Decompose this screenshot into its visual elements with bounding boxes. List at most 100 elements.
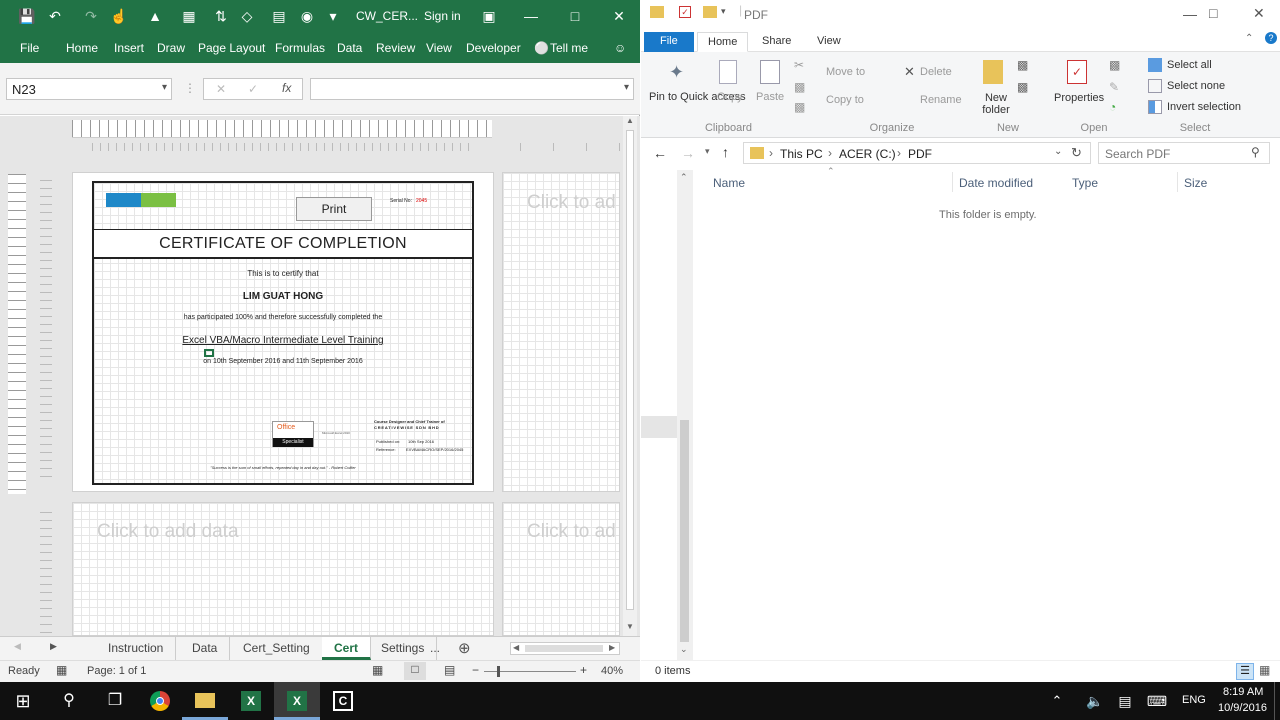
tab-draw[interactable]: Draw [157, 41, 185, 55]
tab-file[interactable]: File [644, 32, 694, 52]
next-sheet-icon[interactable]: ▶ [50, 641, 57, 652]
zoom-slider-thumb[interactable] [497, 666, 500, 677]
edit-icon[interactable]: ✎ [1109, 80, 1119, 94]
redo-icon[interactable]: ↷ [80, 6, 102, 26]
insert-function-icon[interactable]: fx [282, 81, 291, 95]
invert-selection-button[interactable]: Invert selection [1167, 101, 1241, 113]
tell-me-box[interactable]: Tell me [550, 41, 588, 55]
zoom-level[interactable]: 40% [601, 665, 623, 677]
properties-button[interactable]: Properties [1054, 92, 1104, 104]
tab-view[interactable]: View [807, 32, 851, 52]
column-type[interactable]: Type [1072, 176, 1098, 190]
copy-button[interactable]: Copy [717, 91, 743, 103]
h-scrollbar-thumb[interactable] [525, 645, 603, 652]
tab-data[interactable]: Data [337, 41, 362, 55]
prev-sheet-icon[interactable]: ◀ [14, 641, 21, 652]
print-page-right[interactable]: Click to ad [502, 172, 620, 492]
form-icon[interactable]: ▤ [268, 6, 290, 26]
macro-record-icon[interactable]: ▦ [56, 663, 67, 677]
add-data-placeholder[interactable]: Click to ad [527, 521, 616, 543]
page-layout-view-icon[interactable]: □ [404, 662, 426, 680]
file-explorer-icon[interactable] [182, 682, 228, 720]
excel-pinned-icon[interactable]: X [228, 682, 274, 720]
new-folder-qat-icon[interactable] [703, 6, 717, 18]
camera-icon[interactable]: ◉ [296, 6, 318, 26]
maximize-button[interactable]: □ [552, 0, 598, 33]
up-icon[interactable]: ↑ [722, 144, 729, 160]
qat-dropdown-icon[interactable]: ▾ [721, 6, 726, 17]
copy-to-button[interactable]: Copy to [826, 94, 864, 106]
ribbon-display-icon[interactable]: ▣ [466, 0, 512, 33]
maximize-button[interactable]: □ [1209, 5, 1217, 21]
expand-formula-icon[interactable]: ▾ [624, 82, 629, 93]
save-icon[interactable]: 💾 [16, 6, 38, 26]
tab-review[interactable]: Review [376, 41, 415, 55]
scroll-up-icon[interactable]: ▲ [626, 116, 634, 125]
nav-scrollbar-thumb[interactable] [680, 420, 689, 642]
back-icon[interactable]: ← [653, 145, 667, 161]
sign-in-link[interactable]: Sign in [424, 9, 461, 23]
qat-more-icon[interactable]: ▾ [322, 6, 344, 26]
pin-icon[interactable]: ✦ [669, 62, 684, 83]
column-date-modified[interactable]: Date modified [959, 176, 1033, 190]
minimize-button[interactable]: — [1183, 6, 1197, 22]
column-size[interactable]: Size [1184, 176, 1207, 190]
cancel-icon[interactable]: ✕ [216, 82, 226, 96]
tab-home[interactable]: Home [66, 41, 98, 55]
breadcrumb-this-pc[interactable]: This PC [780, 147, 823, 161]
search-box[interactable]: Search PDF ⚲ [1098, 142, 1270, 164]
page-layout-view[interactable]: Print Serial No: 2045 CERTIFICATE OF COM… [0, 116, 640, 636]
refresh-icon[interactable]: ↻ [1071, 145, 1082, 161]
select-all-icon[interactable] [1148, 58, 1162, 72]
address-dropdown-icon[interactable]: ⌄ [1054, 146, 1062, 157]
paste-shortcut-icon[interactable]: ▩ [794, 100, 805, 114]
new-item-icon[interactable]: ▩ [1017, 58, 1028, 72]
move-to-button[interactable]: Move to [826, 66, 865, 78]
help-icon[interactable]: ? [1265, 32, 1277, 44]
nav-pane-selected-item[interactable] [641, 416, 677, 438]
keyboard-icon[interactable]: ⌨ [1142, 682, 1172, 720]
tab-insert[interactable]: Insert [114, 41, 144, 55]
clock-time[interactable]: 8:19 AM [1223, 686, 1263, 698]
print-page-lower[interactable]: Click to add data [72, 502, 494, 636]
scroll-left-icon[interactable]: ◀ [513, 643, 519, 652]
print-page-lower-right[interactable]: Click to ad [502, 502, 620, 636]
share-person-icon[interactable]: ☺ [614, 41, 626, 55]
enter-icon[interactable]: ✓ [248, 82, 258, 96]
search-icon[interactable]: ⚲ [1251, 145, 1260, 159]
scroll-right-icon[interactable]: ▶ [609, 643, 615, 652]
show-hidden-icons-icon[interactable]: ⌃ [1042, 682, 1072, 720]
vertical-scrollbar[interactable]: ▲ ▼ [623, 116, 637, 636]
details-view-icon[interactable]: ☰ [1236, 663, 1254, 680]
excel-active-icon[interactable]: X [274, 682, 320, 720]
properties-icon[interactable]: ✓ [1067, 60, 1087, 84]
chevron-down-icon[interactable]: ▾ [162, 82, 167, 93]
add-data-placeholder[interactable]: Click to ad [527, 192, 616, 214]
open-icon[interactable]: ▩ [1109, 58, 1120, 72]
close-button[interactable]: ✕ [1253, 5, 1265, 22]
tab-share[interactable]: Share [752, 32, 801, 52]
tab-file[interactable]: File [20, 41, 39, 55]
navigation-pane-scrollbar[interactable]: ⌃ ⌄ [677, 170, 693, 660]
camtasia-icon[interactable]: C [320, 682, 366, 720]
scroll-down-icon[interactable]: ▼ [626, 622, 634, 631]
tab-page-layout[interactable]: Page Layout [198, 41, 265, 55]
easy-access-icon[interactable]: ▩ [1017, 80, 1028, 94]
column-name[interactable]: Name [713, 176, 745, 190]
zoom-slider[interactable] [484, 666, 576, 677]
volume-icon[interactable]: 🔈 [1080, 682, 1110, 720]
large-icons-view-icon[interactable]: ▦ [1259, 663, 1270, 677]
shapes-icon[interactable]: ◇ [236, 6, 258, 26]
zoom-out-icon[interactable]: − [472, 663, 479, 677]
sheet-tab-instruction[interactable]: Instruction [96, 637, 177, 660]
select-none-button[interactable]: Select none [1167, 80, 1225, 92]
new-sheet-icon[interactable]: ⊕ [458, 639, 471, 657]
sheet-tab-cert[interactable]: Cert [322, 637, 372, 660]
paste-icon[interactable] [760, 60, 780, 84]
copy-path-icon[interactable]: ▩ [794, 80, 805, 94]
breadcrumb-pdf[interactable]: PDF [908, 147, 932, 161]
collapse-ribbon-icon[interactable]: ⌃ [1245, 33, 1253, 44]
sort-icon[interactable]: ⇅ [210, 6, 232, 26]
scrollbar-thumb[interactable] [626, 130, 634, 610]
more-sheets[interactable]: ... [426, 637, 444, 660]
